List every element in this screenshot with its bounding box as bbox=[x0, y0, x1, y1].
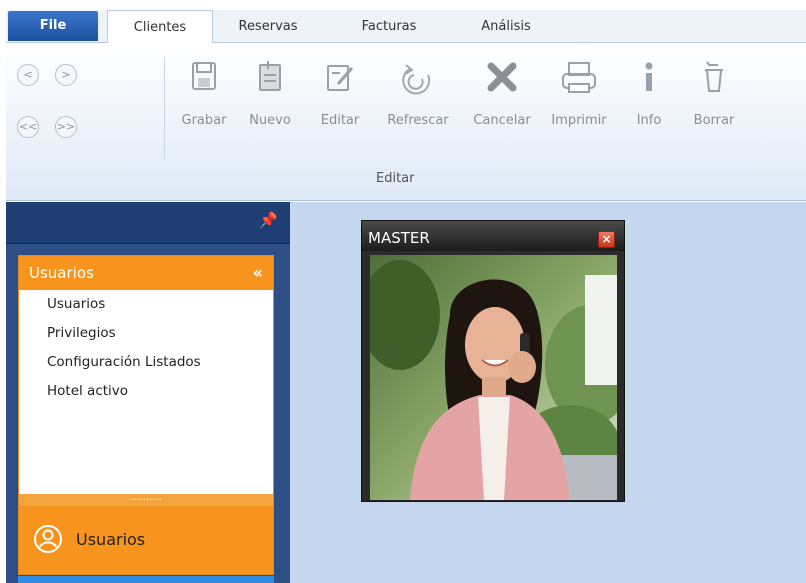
last-record-button[interactable]: >> bbox=[55, 116, 77, 138]
section-header[interactable]: Usuarios « bbox=[19, 256, 273, 290]
new-document-icon bbox=[259, 61, 281, 91]
close-icon[interactable]: × bbox=[598, 231, 615, 248]
pin-icon[interactable]: 📌 bbox=[259, 211, 278, 229]
ribbon-tab-strip: File Clientes Reservas Facturas Análisis bbox=[6, 10, 806, 44]
cancel-label: Cancelar bbox=[473, 113, 531, 128]
ribbon-group-label: Editar bbox=[376, 171, 415, 186]
usuarios-section: Usuarios « Usuarios Privilegios Configur… bbox=[18, 255, 274, 575]
ribbon-panel: < > << >> Grabar Nuevo Editar Refrescar … bbox=[6, 43, 806, 201]
next-group-strip[interactable] bbox=[18, 576, 274, 583]
first-record-button[interactable]: << bbox=[17, 116, 39, 138]
edit-button[interactable]: Editar bbox=[308, 57, 372, 147]
cancel-button[interactable]: Cancelar bbox=[462, 57, 542, 147]
info-label: Info bbox=[636, 113, 662, 128]
refresh-button[interactable]: Refrescar bbox=[376, 57, 460, 147]
save-icon bbox=[192, 62, 216, 90]
trash-icon bbox=[705, 61, 723, 92]
tab-file[interactable]: File bbox=[8, 11, 98, 41]
collapse-icon[interactable]: « bbox=[253, 256, 263, 290]
delete-label: Borrar bbox=[693, 113, 735, 128]
menu-item-hotel-activo[interactable]: Hotel activo bbox=[47, 377, 273, 406]
new-label: Nuevo bbox=[249, 113, 291, 128]
user-circle-icon bbox=[34, 525, 62, 553]
print-icon bbox=[562, 62, 596, 93]
pane-splitter[interactable]: .......... bbox=[19, 493, 273, 506]
new-button[interactable]: Nuevo bbox=[238, 57, 302, 147]
edit-label: Editar bbox=[320, 113, 360, 128]
master-window: MASTER × bbox=[361, 220, 625, 502]
info-button[interactable]: Info bbox=[626, 57, 672, 147]
tab-analisis[interactable]: Análisis bbox=[456, 10, 556, 43]
ribbon-separator bbox=[164, 57, 165, 159]
print-label: Imprimir bbox=[551, 113, 607, 128]
refresh-label: Refrescar bbox=[387, 113, 449, 128]
master-window-title[interactable]: MASTER bbox=[362, 221, 624, 251]
previous-record-button[interactable]: < bbox=[17, 64, 39, 86]
save-label: Grabar bbox=[181, 113, 227, 128]
next-record-button[interactable]: > bbox=[55, 64, 77, 86]
usuarios-group-button[interactable]: Usuarios bbox=[19, 506, 273, 574]
info-icon bbox=[645, 62, 653, 91]
tab-clientes[interactable]: Clientes bbox=[107, 10, 213, 44]
print-button[interactable]: Imprimir bbox=[542, 57, 616, 147]
delete-button[interactable]: Borrar bbox=[686, 57, 742, 147]
navigation-pane-header: 📌 bbox=[6, 202, 290, 244]
refresh-icon bbox=[402, 64, 431, 95]
menu-item-configuracion-listados[interactable]: Configuración Listados bbox=[47, 348, 273, 377]
cancel-icon bbox=[487, 62, 517, 92]
tab-facturas[interactable]: Facturas bbox=[344, 10, 434, 43]
section-title: Usuarios bbox=[29, 264, 94, 282]
tab-reservas[interactable]: Reservas bbox=[223, 10, 313, 43]
navigation-pane: 📌 Usuarios « Usuarios Privilegios Config… bbox=[6, 202, 290, 583]
save-button[interactable]: Grabar bbox=[174, 57, 234, 147]
menu-item-usuarios[interactable]: Usuarios bbox=[47, 290, 273, 319]
group-button-label: Usuarios bbox=[76, 530, 146, 549]
edit-icon bbox=[327, 65, 354, 91]
menu-item-privilegios[interactable]: Privilegios bbox=[47, 319, 273, 348]
woman-on-phone-photo bbox=[370, 255, 617, 500]
